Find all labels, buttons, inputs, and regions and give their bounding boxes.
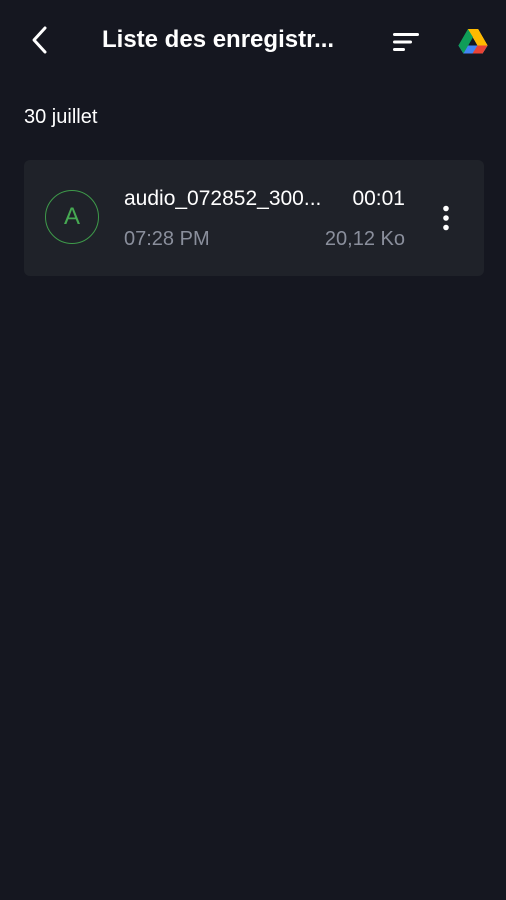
sort-icon xyxy=(393,33,419,51)
top-app-bar: Liste des enregistr... xyxy=(0,0,506,84)
recording-time: 07:28 PM xyxy=(124,228,210,250)
recording-name: audio_072852_300... xyxy=(124,187,322,210)
recording-duration: 00:01 xyxy=(352,187,405,210)
more-options-button[interactable] xyxy=(432,198,460,238)
chevron-left-icon xyxy=(32,26,47,54)
avatar: A xyxy=(45,190,99,244)
sort-button[interactable] xyxy=(386,24,426,60)
google-drive-icon xyxy=(458,29,488,54)
google-drive-button[interactable] xyxy=(452,22,494,60)
page-title: Liste des enregistr... xyxy=(102,26,335,53)
more-vertical-icon xyxy=(443,205,449,231)
recording-list-item[interactable]: A audio_072852_300... 00:01 07:28 PM 20,… xyxy=(24,160,484,276)
recording-size: 20,12 Ko xyxy=(324,228,405,250)
date-section-header: 30 juillet xyxy=(24,106,98,128)
recordings-list-screen: Liste des enregistr... 30 juillet A audi… xyxy=(0,0,506,900)
back-button[interactable] xyxy=(22,22,58,58)
